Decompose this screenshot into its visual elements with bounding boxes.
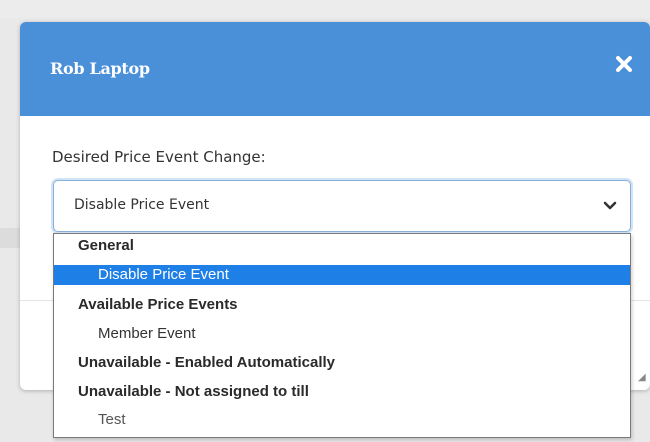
page-backdrop-strip: [0, 228, 22, 248]
option-member-event[interactable]: Member Event: [54, 324, 630, 344]
price-event-select[interactable]: Disable Price Event: [53, 180, 631, 232]
close-button[interactable]: [612, 52, 636, 76]
select-current-value: Disable Price Event: [74, 197, 210, 213]
dialog-title: Rob Laptop: [50, 59, 150, 78]
dialog-header: Rob Laptop: [20, 22, 650, 116]
option-group-unavailable-enabled-automatically: Unavailable - Enabled Automatically: [78, 354, 336, 371]
option-group-general: General: [78, 237, 134, 254]
close-icon: [616, 56, 632, 72]
price-event-options-list[interactable]: General Disable Price Event Available Pr…: [53, 233, 631, 438]
page-backdrop: [0, 0, 650, 18]
option-group-unavailable-not-assigned: Unavailable - Not assigned to till: [78, 383, 309, 400]
chevron-down-icon: [603, 201, 617, 210]
resize-handle-icon: ◢: [638, 372, 646, 383]
price-event-label: Desired Price Event Change:: [52, 148, 266, 166]
option-group-available-price-events: Available Price Events: [78, 296, 238, 313]
option-test[interactable]: Test: [54, 410, 630, 430]
option-disable-price-event[interactable]: Disable Price Event: [54, 265, 630, 285]
